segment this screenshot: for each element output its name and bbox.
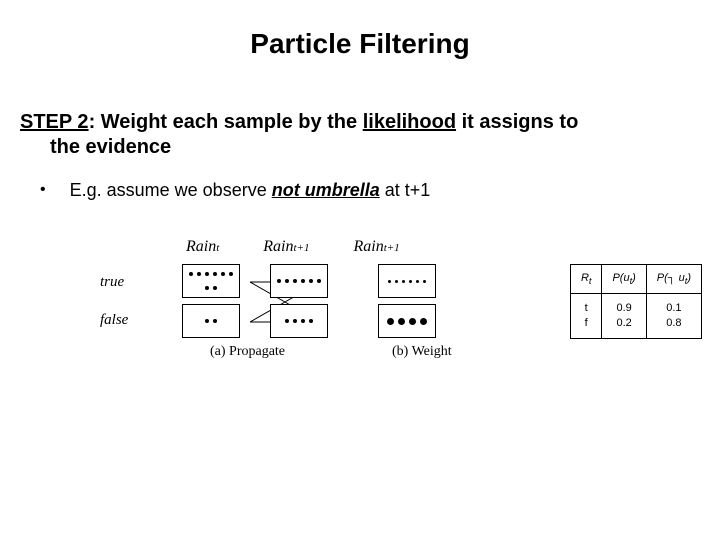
cell-c-false <box>378 304 436 338</box>
th-pnut: P(┐ ut) <box>646 265 701 294</box>
step-description: STEP 2: Weight each sample by the likeli… <box>0 60 720 160</box>
cell-b-false <box>270 304 328 338</box>
caption-propagate: (a) Propagate <box>210 344 285 360</box>
td-pnut: 0.1 0.8 <box>646 294 701 339</box>
caption-weight: (b) Weight <box>392 344 452 360</box>
td-put: 0.9 0.2 <box>602 294 646 339</box>
probability-table: Rt P(ut) P(┐ ut) t f 0.9 0.2 0.1 0.8 <box>570 264 702 339</box>
cell-b-true <box>270 264 328 298</box>
row-label-true: true <box>100 274 124 291</box>
cell-c-true <box>378 264 436 298</box>
th-put: P(ut) <box>602 265 646 294</box>
bullet-item: • E.g. assume we observe not umbrella at… <box>0 160 720 202</box>
cell-a-true <box>182 264 240 298</box>
variable-labels: Raint Raint+1 Raint+1 <box>186 238 400 256</box>
td-rt: t f <box>570 294 602 339</box>
bullet-icon: • <box>40 178 46 202</box>
page-title: Particle Filtering <box>0 0 720 60</box>
th-rt: Rt <box>570 265 602 294</box>
row-label-false: false <box>100 312 128 329</box>
bullet-text: E.g. assume we observe not umbrella at t… <box>70 178 431 202</box>
cell-a-false <box>182 304 240 338</box>
step-label: STEP 2 <box>20 111 89 133</box>
